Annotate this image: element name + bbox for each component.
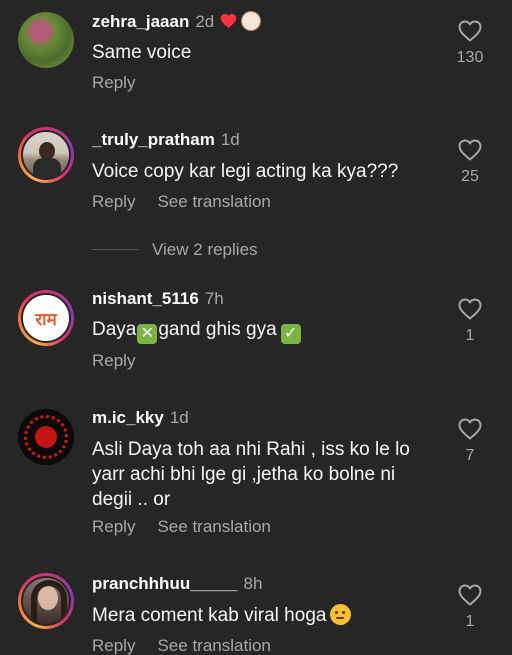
- timestamp: 7h: [204, 289, 224, 308]
- heart-outline-icon: [458, 20, 482, 42]
- comment-text: Same voice: [92, 42, 192, 63]
- comment-text-part: gand ghis gya: [158, 319, 277, 340]
- creator-heart-icon: [220, 13, 237, 34]
- comment-meta: _truly_pratham 1d: [92, 130, 240, 150]
- like-button[interactable]: 25: [448, 139, 492, 187]
- comment-meta: nishant_5116 7h: [92, 289, 224, 309]
- cross-mark-icon: ✕: [137, 324, 158, 344]
- see-translation-link[interactable]: See translation: [157, 517, 270, 536]
- comment-meta: m.ic_kky 1d: [92, 408, 189, 428]
- like-count: 25: [461, 168, 479, 185]
- replies-divider: [92, 249, 138, 250]
- timestamp: 1d: [169, 408, 189, 427]
- heart-outline-icon: [458, 584, 482, 606]
- comment-meta: zehra_jaaan 2d: [92, 11, 262, 34]
- username[interactable]: zehra_jaaan: [92, 12, 189, 31]
- avatar[interactable]: [18, 12, 74, 68]
- like-count: 7: [465, 447, 475, 464]
- reply-button[interactable]: Reply: [92, 73, 135, 92]
- reply-button[interactable]: Reply: [92, 636, 135, 655]
- avatar[interactable]: [18, 127, 74, 183]
- comment-text: Mera coment kab viral hoga: [92, 603, 432, 628]
- comment-meta: pranchhhuu_____ 8h: [92, 574, 262, 594]
- see-translation-link[interactable]: See translation: [157, 636, 270, 655]
- comment-text: Daya ✕ gand ghis gya ✓: [92, 317, 432, 344]
- comment-actions: Reply See translation: [92, 636, 271, 655]
- comment-actions: Reply See translation: [92, 517, 271, 537]
- comment-text-part: Daya: [92, 319, 137, 340]
- avatar[interactable]: [18, 409, 74, 465]
- creator-avatar-icon: [241, 11, 262, 31]
- reply-button[interactable]: Reply: [92, 192, 135, 211]
- avatar-text: राम: [35, 309, 57, 330]
- comments-screen: zehra_jaaan 2d Same voice Reply 130 _trul…: [0, 0, 512, 655]
- comment-actions: Reply: [92, 351, 135, 371]
- username[interactable]: pranchhhuu_____: [92, 574, 238, 593]
- like-button[interactable]: 1: [448, 584, 492, 632]
- comment-text: Asli Daya toh aa nhi Rahi , iss ko le lo…: [92, 439, 410, 510]
- thinking-face-icon: [330, 604, 352, 625]
- heart-outline-icon: [458, 298, 482, 320]
- timestamp: 1d: [220, 130, 240, 149]
- check-mark-icon: ✓: [280, 324, 301, 344]
- timestamp: 2d: [195, 12, 215, 31]
- reply-button[interactable]: Reply: [92, 351, 135, 370]
- username[interactable]: m.ic_kky: [92, 408, 164, 427]
- avatar[interactable]: राम: [18, 290, 74, 346]
- like-button[interactable]: 7: [448, 418, 492, 466]
- username[interactable]: _truly_pratham: [92, 130, 215, 149]
- like-count: 1: [465, 613, 475, 630]
- like-count: 1: [465, 327, 475, 344]
- comment-text: Voice copy kar legi acting ka kya???: [92, 161, 399, 182]
- like-button[interactable]: 1: [448, 298, 492, 346]
- comment-actions: Reply See translation: [92, 192, 271, 212]
- heart-outline-icon: [458, 139, 482, 161]
- username[interactable]: nishant_5116: [92, 289, 199, 308]
- comment-text-part: Mera coment kab viral hoga: [92, 605, 327, 626]
- see-translation-link[interactable]: See translation: [157, 192, 270, 211]
- like-button[interactable]: 130: [448, 20, 492, 68]
- reply-button[interactable]: Reply: [92, 517, 135, 536]
- avatar[interactable]: [18, 573, 74, 629]
- view-replies-label: View 2 replies: [152, 240, 258, 259]
- comment-actions: Reply: [92, 73, 135, 93]
- like-count: 130: [456, 49, 484, 66]
- heart-outline-icon: [458, 418, 482, 440]
- timestamp: 8h: [243, 574, 263, 593]
